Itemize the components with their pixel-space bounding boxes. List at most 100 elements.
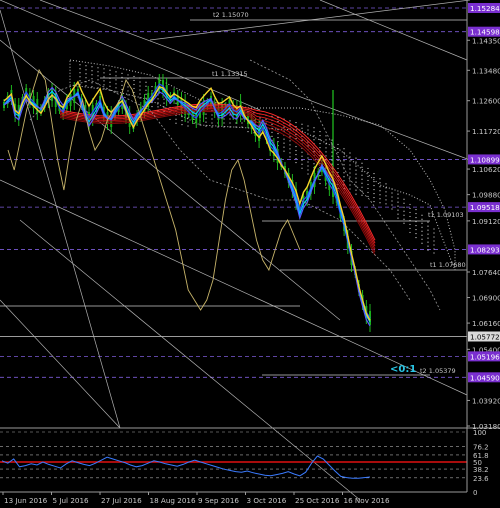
cloud-dot (421, 242, 423, 244)
cloud-dot (91, 86, 93, 88)
cloud-dot (97, 75, 99, 77)
cloud-dot (319, 130, 321, 133)
cloud-dot (373, 192, 375, 195)
cloud-dot (379, 190, 381, 192)
cloud-dot (415, 232, 417, 235)
cloud-dot (79, 76, 81, 78)
cloud-dot (325, 147, 327, 149)
cloud-dot (289, 144, 291, 146)
cloud-dot (121, 84, 123, 86)
cloud-dot (355, 177, 357, 179)
level-label: 1.09518 (470, 203, 500, 212)
level-label: 1.04590 (470, 373, 500, 382)
cloud-dot (121, 76, 123, 78)
cloud-dot (301, 127, 303, 129)
chart-annotation: t1 1.07680 (430, 261, 466, 269)
chart-annotation: t2 1.05379 (420, 367, 456, 375)
cloud-dot (205, 125, 207, 127)
cloud-dot (313, 135, 315, 137)
cloud-dot (409, 211, 411, 214)
cloud-dot (199, 124, 201, 126)
cloud-dot (427, 233, 429, 235)
cloud-dot (121, 88, 123, 90)
cloud-dot (115, 91, 117, 93)
cloud-dot (361, 178, 363, 180)
cloud-dot (307, 133, 309, 135)
cloud-dot (319, 174, 321, 177)
cloud-dot (157, 98, 159, 100)
cloud-dot (307, 157, 309, 159)
cloud-dot (379, 194, 381, 196)
cloud-dot (181, 124, 183, 126)
cloud-dot (349, 180, 351, 182)
cloud-dot (145, 93, 147, 95)
cloud-dot (373, 172, 375, 175)
cloud-dot (343, 164, 345, 166)
cloud-dot (301, 159, 303, 161)
cloud-dot (421, 238, 423, 240)
cloud-dot (385, 187, 387, 189)
cloud-dot (355, 181, 357, 183)
cloud-dot (235, 126, 237, 128)
cloud-dot (307, 173, 309, 175)
cloud-dot (229, 114, 231, 116)
cloud-dot (307, 125, 309, 127)
cloud-dot (91, 78, 93, 80)
cloud-dot (313, 163, 315, 165)
cloud-dot (397, 193, 399, 195)
cloud-dot (349, 188, 351, 190)
cloud-dot (433, 240, 435, 242)
cloud-dot (103, 72, 105, 74)
cloud-dot (403, 210, 405, 212)
cloud-dot (427, 221, 429, 223)
cloud-dot (187, 121, 189, 123)
cloud-dot (289, 124, 291, 126)
cloud-dot (319, 134, 321, 137)
cloud-dot (373, 184, 375, 187)
cloud-dot (139, 89, 141, 91)
cloud-dot (427, 237, 429, 239)
cloud-dot (409, 203, 411, 206)
cloud-dot (313, 127, 315, 129)
cloud-dot (97, 67, 99, 69)
cloud-dot (301, 163, 303, 165)
level-label: 1.08293 (470, 245, 500, 254)
chart-annotation: t2 1.15070 (213, 11, 249, 19)
cloud-dot (289, 120, 291, 122)
cloud-dot (187, 125, 189, 127)
cloud-dot (427, 245, 429, 247)
cloud-dot (289, 148, 291, 150)
cloud-dot (349, 160, 351, 162)
cloud-dot (283, 126, 285, 128)
cloud-dot (109, 73, 111, 75)
level-label: 1.14598 (470, 28, 500, 37)
cloud-dot (391, 192, 393, 194)
cloud-dot (307, 165, 309, 167)
cloud-dot (361, 194, 363, 196)
time-tick-label: 18 Aug 2016 (150, 496, 196, 505)
cloud-dot (235, 122, 237, 124)
cloud-dot (403, 214, 405, 216)
cloud-dot (295, 145, 297, 148)
cloud-dot (367, 187, 369, 190)
price-tick-label: 1.06900 (472, 294, 500, 303)
cloud-dot (361, 162, 363, 164)
cloud-dot (229, 118, 231, 120)
cloud-dot (325, 155, 327, 157)
cloud-dot (133, 83, 135, 86)
cloud-dot (427, 229, 429, 231)
time-tick-label: 3 Oct 2016 (247, 496, 287, 505)
time-tick-label: 16 Nov 2016 (344, 496, 390, 505)
cloud-dot (349, 152, 351, 154)
cloud-dot (151, 105, 153, 108)
cloud-dot (349, 184, 351, 186)
cloud-dot (391, 208, 393, 210)
cloud-dot (379, 178, 381, 180)
cloud-dot (133, 79, 135, 82)
cloud-dot (97, 87, 99, 89)
cloud-dot (391, 200, 393, 202)
cloud-dot (181, 120, 183, 122)
cloud-dot (103, 76, 105, 78)
cloud-dot (379, 202, 381, 204)
cloud-dot (91, 70, 93, 72)
